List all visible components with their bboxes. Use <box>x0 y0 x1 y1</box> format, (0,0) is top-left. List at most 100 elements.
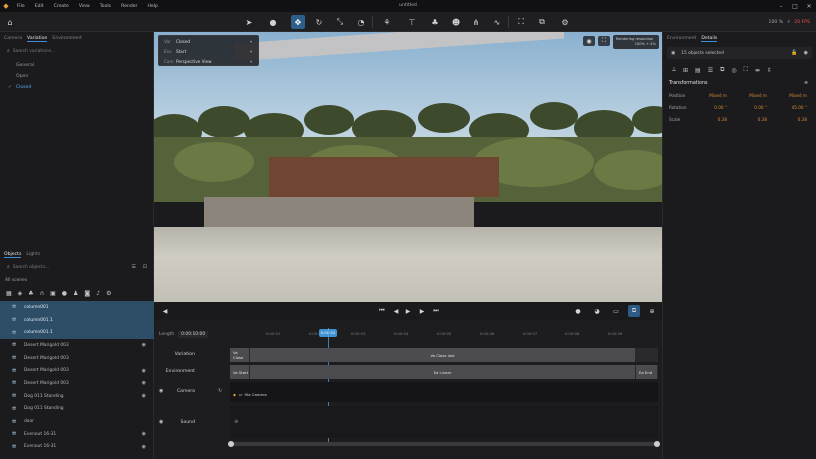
zoom-level[interactable]: 100 % <box>769 20 784 25</box>
palette-icon[interactable]: ◕ <box>591 305 603 317</box>
menu-view[interactable]: View <box>74 4 95 9</box>
add-icon[interactable]: ⊕ <box>804 81 808 86</box>
layers-icon[interactable]: ☰ <box>708 67 713 74</box>
menu-render[interactable]: Render <box>116 4 142 9</box>
object-row[interactable]: ⛃ Desert Marigold 003 ◉ <box>0 364 154 377</box>
tab-environment-right[interactable]: Environment <box>667 36 696 41</box>
skip-end-icon[interactable]: ⏭ <box>430 305 442 317</box>
duplicate-icon[interactable]: ⧉ <box>720 66 724 74</box>
group-icon[interactable]: ⧉ <box>535 15 549 29</box>
variation-item-open[interactable]: Open <box>0 71 153 82</box>
scatter-icon[interactable]: ⋔ <box>469 15 483 29</box>
grid-icon[interactable]: ▦ <box>6 290 12 297</box>
expand-icon[interactable]: ⛶ <box>744 66 748 74</box>
flip-icon[interactable]: ⇳ <box>767 67 772 74</box>
viewport[interactable]: Var Closed ▾ Env Start ▾ Cam Perspective View… <box>154 32 662 302</box>
visibility-icon[interactable]: ◉ <box>142 431 146 437</box>
rotate-tool-icon[interactable]: ↻ <box>312 15 326 29</box>
skip-start-icon[interactable]: ⏮ <box>376 305 388 317</box>
variation-keyframe-start[interactable]: Va Close <box>230 348 250 362</box>
add-sound-icon[interactable]: ⊕ <box>234 419 238 425</box>
focus-icon[interactable]: ◎ <box>731 67 736 74</box>
transform-z[interactable]: Mixed m <box>771 93 811 98</box>
close-icon[interactable]: ✕ <box>802 3 816 10</box>
sound-icon[interactable]: ♪ <box>96 290 100 297</box>
home-icon[interactable]: ⌂ <box>3 15 17 29</box>
paint-tool-icon[interactable]: ● <box>266 15 280 29</box>
mirror-icon[interactable]: ⇹ <box>755 67 760 74</box>
transform-x[interactable]: 0.00 ° <box>691 105 731 110</box>
fullscreen-icon[interactable]: ⛶ <box>598 36 610 46</box>
grass-icon[interactable]: ♣ <box>428 15 442 29</box>
settings-icon[interactable]: ⚙ <box>106 290 111 297</box>
record-icon[interactable]: ● <box>572 305 584 317</box>
visibility-icon[interactable]: ◉ <box>142 444 146 450</box>
menu-create[interactable]: Create <box>49 4 74 9</box>
variation-search-input[interactable]: Search variations... <box>13 49 55 54</box>
variation-item-closed[interactable]: ✓ Closed <box>0 82 153 93</box>
align-icon[interactable]: ⟂ <box>672 66 676 74</box>
table-icon[interactable]: ▤ <box>695 67 701 74</box>
variation-track[interactable]: Va Close Va Close last <box>230 348 658 362</box>
all-scenes[interactable]: All scenes <box>0 275 154 285</box>
variation-search[interactable]: ⌕ Search variations... <box>4 46 149 56</box>
filter-icon[interactable]: ☰ <box>132 264 136 270</box>
transform-y[interactable]: Mixed m <box>731 93 771 98</box>
timeline-scrollbar[interactable] <box>228 441 660 447</box>
tab-lights[interactable]: Lights <box>26 252 40 257</box>
objects-search[interactable]: ⌕ Search objects... ☰ ⊡ <box>4 262 150 272</box>
tab-variation[interactable]: Variation <box>27 36 48 42</box>
variation-item-general[interactable]: General <box>0 60 153 71</box>
transform-y[interactable]: 0.38 <box>731 117 771 122</box>
objects-search-input[interactable]: Search objects... <box>13 265 49 270</box>
object-row[interactable]: ⛃ column001.1 <box>0 326 154 340</box>
camera-refresh-icon[interactable]: ↻ <box>218 388 222 394</box>
volume-icon[interactable]: ◀ <box>159 305 171 317</box>
object-row[interactable]: ⛃ column001.1 <box>0 313 154 327</box>
tab-environment[interactable]: Environment <box>52 36 81 41</box>
menu-file[interactable]: File <box>12 4 30 9</box>
overlay-environment[interactable]: Env Start ▾ <box>159 46 258 56</box>
measure-tool-icon[interactable]: ◔ <box>354 15 368 29</box>
prev-frame-icon[interactable]: ◀ <box>390 305 402 317</box>
object-row[interactable]: ⛃ Evenout 16-31 ◉ <box>0 428 154 441</box>
plant-icon[interactable]: ♣ <box>28 290 33 297</box>
furniture-icon[interactable]: ⊤ <box>405 15 419 29</box>
visibility-icon[interactable]: ◉ <box>142 342 146 348</box>
export-icon[interactable]: ⧉ <box>628 305 640 317</box>
transform-x[interactable]: Mixed m <box>691 93 731 98</box>
environment-keyframe-start[interactable]: Va Start <box>230 365 250 379</box>
people-icon[interactable]: ☻ <box>449 15 463 29</box>
transformations-header[interactable]: Transformations ⊕ <box>663 77 816 89</box>
environment-keyframe-end[interactable]: Ea End <box>636 365 658 379</box>
cube-icon[interactable]: ◈ <box>18 290 23 297</box>
transform-y[interactable]: 0.00 ° <box>731 105 771 110</box>
move-tool-icon[interactable]: ✥ <box>291 15 305 29</box>
object-row[interactable]: ⛃ Desert Marigold 003 <box>0 352 154 365</box>
camera-clip[interactable]: ◆ ▭ f0a Camera <box>230 383 267 399</box>
overlay-camera[interactable]: Cam Perspective View ▾ <box>159 56 258 66</box>
models-icon[interactable]: ⚘ <box>380 15 394 29</box>
transform-z[interactable]: 0.38 <box>771 117 811 122</box>
scale-tool-icon[interactable]: ⤡ <box>333 15 347 29</box>
camera-filter-icon[interactable]: ⊡ <box>143 264 147 270</box>
transform-z[interactable]: 45.00 ° <box>771 105 811 110</box>
timeline-ruler[interactable]: 0:00:01 0:00:02 0:00:03 0:00:04 0:00:05 0:00:… <box>230 328 658 342</box>
overlay-variation[interactable]: Var Closed ▾ <box>159 36 258 46</box>
lock-icon[interactable]: 🔓 <box>791 50 797 56</box>
object-row[interactable]: ⛃ door <box>0 415 154 428</box>
tab-camera[interactable]: Camera <box>4 36 22 41</box>
eye-icon[interactable]: ◉ <box>583 36 595 46</box>
length-input[interactable]: 0:00:10:00 <box>178 331 209 338</box>
menu-help[interactable]: Help <box>142 4 162 9</box>
visibility-icon[interactable]: ◉ <box>142 393 146 399</box>
eye-icon[interactable]: ◉ <box>804 50 808 56</box>
object-row[interactable]: ⛃ Dog 011 Standing ◉ <box>0 390 154 403</box>
tab-objects[interactable]: Objects <box>4 252 22 258</box>
variation-segment[interactable]: Va Close last <box>250 348 636 362</box>
maximize-icon[interactable]: □ <box>788 3 802 10</box>
path-icon[interactable]: ∩ <box>40 290 44 297</box>
path-icon[interactable]: ∿ <box>490 15 504 29</box>
fit-view-icon[interactable]: ⛶ <box>514 15 528 29</box>
sound-track[interactable]: ⊕ <box>230 406 658 438</box>
